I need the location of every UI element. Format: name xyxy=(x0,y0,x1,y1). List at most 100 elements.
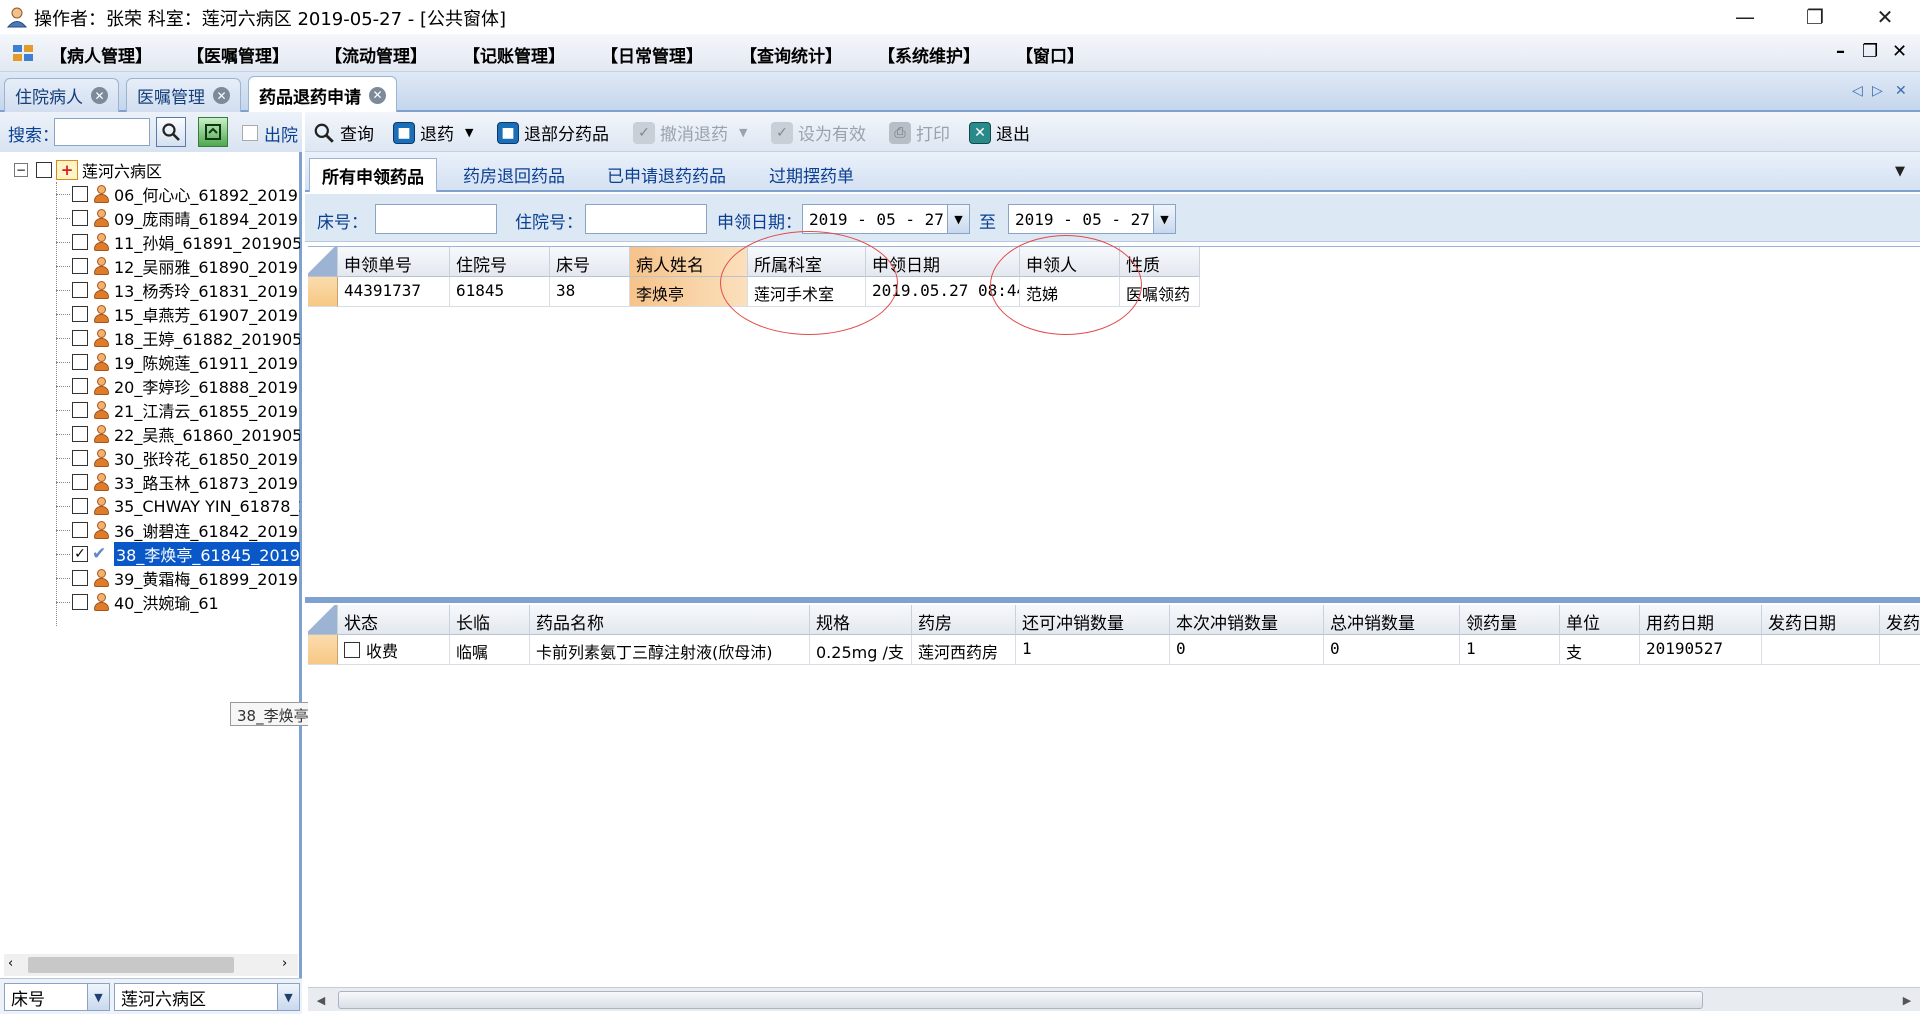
patient-checkbox[interactable] xyxy=(72,570,88,586)
minimize-button[interactable]: — xyxy=(1710,0,1780,34)
patient-checkbox[interactable] xyxy=(72,234,88,250)
tree-patient-node[interactable]: ✓ ✔ 38_李焕亭_61845_2019 xyxy=(56,542,300,566)
scroll-left-icon[interactable]: ◀ xyxy=(310,991,332,1009)
patient-checkbox[interactable] xyxy=(72,330,88,346)
column-header[interactable]: 单位 xyxy=(1560,605,1640,635)
patient-checkbox[interactable] xyxy=(72,450,88,466)
patient-checkbox[interactable] xyxy=(72,474,88,490)
exit-button[interactable]: ✕ 退出 xyxy=(969,120,1030,145)
maximize-button[interactable]: ❐ xyxy=(1780,0,1850,34)
close-button[interactable]: ✕ xyxy=(1850,0,1920,34)
menu-query-statistics[interactable]: 【查询统计】 xyxy=(740,42,842,67)
tree-patient-node[interactable]: 12_吴丽雅_61890_2019 xyxy=(56,254,298,278)
column-header[interactable]: 药品名称 xyxy=(530,605,810,635)
column-header[interactable]: 床号 xyxy=(550,247,630,277)
tab-inpatients[interactable]: 住院病人 ✕ xyxy=(4,78,119,112)
ward-combo[interactable]: 莲河六病区 ▼ xyxy=(114,983,300,1011)
column-header[interactable]: 药房 xyxy=(912,605,1016,635)
table-cell[interactable]: 0.25mg /支 xyxy=(810,635,912,665)
patient-checkbox[interactable] xyxy=(72,522,88,538)
tree-patient-node[interactable]: 19_陈婉莲_61911_2019 xyxy=(56,350,298,374)
table-cell[interactable] xyxy=(1880,635,1920,665)
patient-checkbox[interactable] xyxy=(72,306,88,322)
detail-horizontal-scrollbar[interactable]: ◀ ▶ xyxy=(308,987,1920,1011)
search-input[interactable] xyxy=(54,118,150,146)
chevron-down-icon[interactable]: ▼ xyxy=(1895,164,1905,179)
mdi-close-button[interactable]: ✕ xyxy=(1892,41,1907,62)
menu-system-maintenance[interactable]: 【系统维护】 xyxy=(878,42,980,67)
tree-patient-node[interactable]: 35_CHWAY YIN_61878_2 xyxy=(56,494,300,518)
column-header[interactable]: 长临 xyxy=(450,605,530,635)
tab-pharmacy-returned-drugs[interactable]: 药房退回药品 xyxy=(451,158,577,192)
table-cell[interactable] xyxy=(1762,635,1880,665)
chevron-down-icon[interactable]: ▼ xyxy=(739,126,747,139)
chevron-down-icon[interactable]: ▼ xyxy=(465,126,473,139)
collapse-icon[interactable]: − xyxy=(14,163,28,177)
cancel-return-button[interactable]: ✓ 撤消退药 ▼ xyxy=(633,120,747,145)
tab-close-icon[interactable]: ✕ xyxy=(369,86,386,104)
tab-order-management[interactable]: 医嘱管理 ✕ xyxy=(126,78,241,112)
menu-patient-management[interactable]: 【病人管理】 xyxy=(50,42,152,67)
patient-checkbox[interactable] xyxy=(72,426,88,442)
scroll-right-icon[interactable]: ▶ xyxy=(1896,991,1918,1009)
tab-close-icon[interactable]: ✕ xyxy=(91,87,108,104)
tree-patient-node[interactable]: 06_何心心_61892_2019 xyxy=(56,182,298,206)
mdi-restore-button[interactable]: ❐ xyxy=(1862,41,1878,62)
tree-patient-node[interactable]: 40_洪婉瑜_61 xyxy=(56,590,219,614)
column-header[interactable]: 发药 xyxy=(1880,605,1920,635)
tree-patient-node[interactable]: 13_杨秀玲_61831_2019 xyxy=(56,278,298,302)
patient-checkbox[interactable]: ✓ xyxy=(72,546,88,562)
tree-patient-node[interactable]: 30_张玲花_61850_2019 xyxy=(56,446,298,470)
column-header[interactable]: 用药日期 xyxy=(1640,605,1762,635)
table-cell[interactable]: 61845 xyxy=(450,277,550,307)
column-header[interactable]: 总冲销数量 xyxy=(1324,605,1460,635)
chevron-down-icon[interactable]: ▼ xyxy=(87,984,109,1010)
tree-patient-node[interactable]: 11_孙娟_61891_201905 xyxy=(56,230,300,254)
tab-drug-return-request[interactable]: 药品退药申请 ✕ xyxy=(248,76,397,113)
row-selector[interactable] xyxy=(308,635,338,665)
menu-daily-management[interactable]: 【日常管理】 xyxy=(601,42,703,67)
tree-patient-node[interactable]: 22_吴燕_61860_201905 xyxy=(56,422,300,446)
return-button[interactable]: ■ 退药 ▼ xyxy=(393,120,473,145)
bed-input[interactable] xyxy=(375,204,497,234)
table-cell[interactable]: 44391737 xyxy=(338,277,450,307)
date-from-picker[interactable]: 2019 - 05 - 27 ▼ xyxy=(802,204,970,234)
search-button[interactable] xyxy=(156,117,186,147)
tree-patient-node[interactable]: 18_王婷_61882_201905 xyxy=(56,326,300,350)
tab-return-requested-drugs[interactable]: 已申请退药药品 xyxy=(595,158,738,192)
column-header[interactable]: 规格 xyxy=(810,605,912,635)
table-cell[interactable]: 1 xyxy=(1016,635,1170,665)
sort-combo[interactable]: 床号 ▼ xyxy=(4,983,110,1011)
tree-patient-node[interactable]: 33_路玉林_61873_2019 xyxy=(56,470,298,494)
root-checkbox[interactable] xyxy=(36,162,52,178)
tree-patient-node[interactable]: 39_黄霜梅_61899_2019 xyxy=(56,566,298,590)
patient-checkbox[interactable] xyxy=(72,378,88,394)
tab-scroll-right-icon[interactable]: ▷ xyxy=(1872,83,1883,99)
patient-checkbox[interactable] xyxy=(72,498,88,514)
patient-checkbox[interactable] xyxy=(72,282,88,298)
tab-close-all-icon[interactable]: ✕ xyxy=(1895,83,1907,99)
column-header[interactable]: 还可冲销数量 xyxy=(1016,605,1170,635)
row-checkbox[interactable] xyxy=(344,641,360,658)
tab-all-requested-drugs[interactable]: 所有申领药品 xyxy=(309,158,437,192)
mdi-minimize-button[interactable]: – xyxy=(1836,41,1845,62)
table-cell[interactable]: 38 xyxy=(550,277,630,307)
patient-checkbox[interactable] xyxy=(72,354,88,370)
tab-close-icon[interactable]: ✕ xyxy=(213,87,230,104)
menu-order-management[interactable]: 【医嘱管理】 xyxy=(187,42,289,67)
tree-patient-node[interactable]: 36_谢碧连_61842_2019 xyxy=(56,518,298,542)
column-header[interactable]: 领药量 xyxy=(1460,605,1560,635)
tree-patient-node[interactable]: 15_卓燕芳_61907_2019 xyxy=(56,302,298,326)
scroll-left-icon[interactable]: ‹ xyxy=(8,956,13,971)
tree-horizontal-scrollbar[interactable]: ‹ › xyxy=(4,954,298,976)
grid-corner[interactable] xyxy=(308,605,338,635)
menu-window[interactable]: 【窗口】 xyxy=(1016,42,1084,67)
tree-patient-node[interactable]: 21_江清云_61855_2019 xyxy=(56,398,298,422)
query-button[interactable]: 查询 xyxy=(313,120,374,145)
row-selector[interactable] xyxy=(308,277,338,307)
table-cell[interactable]: 卡前列素氨丁三醇注射液(欣母沛) xyxy=(530,635,810,665)
table-cell[interactable]: 0 xyxy=(1324,635,1460,665)
tree-patient-node[interactable]: 09_庞雨晴_61894_2019 xyxy=(56,206,298,230)
column-header[interactable]: 状态 xyxy=(338,605,450,635)
table-cell[interactable]: 收费 xyxy=(338,635,450,665)
